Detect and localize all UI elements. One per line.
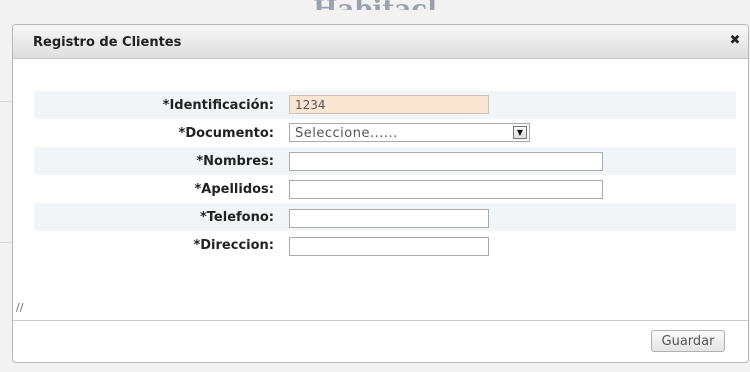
client-registration-dialog: Registro de Clientes ✖ *Identificación: … <box>12 24 749 363</box>
save-button[interactable]: Guardar <box>651 330 725 352</box>
documento-label: *Documento: <box>178 126 274 141</box>
telefono-input[interactable] <box>289 209 489 228</box>
form-row-apellidos: *Apellidos: <box>34 175 736 203</box>
form-row-nombres: *Nombres: <box>34 147 736 175</box>
form-row-documento: *Documento: Seleccione...... ▼ <box>34 119 736 147</box>
nombres-input[interactable] <box>289 152 603 171</box>
identificacion-input[interactable] <box>289 95 489 114</box>
dropdown-arrow-icon[interactable]: ▼ <box>513 126 527 139</box>
background-divider <box>0 101 12 102</box>
form-row-direccion: *Direccion: <box>34 231 736 259</box>
documento-selected-value: Seleccione...... <box>295 126 398 141</box>
direccion-label: *Direccion: <box>193 238 274 253</box>
dialog-footer-divider <box>13 320 748 321</box>
dialog-title: Registro de Clientes <box>33 35 182 50</box>
documento-select[interactable]: Seleccione...... ▼ <box>289 123 530 142</box>
telefono-label: *Telefono: <box>199 210 274 225</box>
direccion-input[interactable] <box>289 237 489 256</box>
close-icon[interactable]: ✖ <box>728 33 742 49</box>
form-row-telefono: *Telefono: <box>34 203 736 231</box>
nombres-label: *Nombres: <box>196 154 274 169</box>
identificacion-label: *Identificación: <box>162 98 274 113</box>
apellidos-input[interactable] <box>289 180 603 199</box>
apellidos-label: *Apellidos: <box>194 182 274 197</box>
background-divider <box>0 242 12 243</box>
background-page-title: Habitacl <box>0 0 750 10</box>
dialog-titlebar[interactable]: Registro de Clientes ✖ <box>13 25 748 59</box>
form-row-identificacion: *Identificación: <box>34 91 736 119</box>
resize-handle-icon[interactable]: // <box>16 301 23 314</box>
